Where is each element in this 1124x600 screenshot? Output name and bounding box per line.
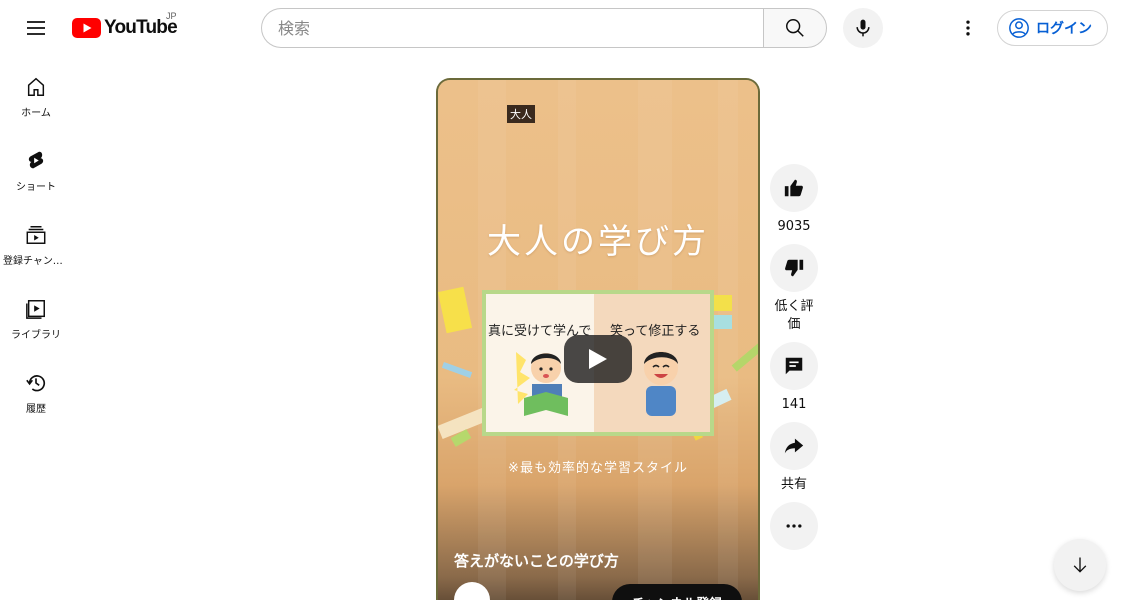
sidebar-item-home[interactable]: ホーム: [0, 56, 72, 130]
more-action: [768, 502, 820, 550]
sidebar-item-label: 登録チャンネル: [3, 256, 69, 267]
share-button[interactable]: [770, 422, 818, 470]
laughing-boy-illustration-icon: [644, 351, 678, 416]
shorts-icon: [28, 151, 44, 169]
shorts-video-player[interactable]: 大人 大人の学び方 真に受けて学んで 笑って修正する ※最も効率的な学習スタイル…: [438, 80, 758, 600]
thumb-up-icon: [784, 179, 803, 197]
sidebar-item-history[interactable]: 履歴: [0, 352, 72, 426]
next-video-button[interactable]: [1054, 539, 1106, 591]
comment-count: 141: [781, 397, 807, 412]
play-icon: [589, 349, 607, 369]
youtube-logo[interactable]: YouTube: [72, 16, 178, 40]
subscriptions-icon: [26, 226, 46, 244]
more-horiz-icon: [786, 524, 802, 528]
more-vert-icon: [966, 20, 970, 36]
comment-action: 141: [768, 342, 820, 414]
sidebar-item-subscriptions[interactable]: 登録チャンネル: [0, 204, 72, 278]
youtube-play-logo-icon: [72, 18, 101, 38]
search-icon: [786, 19, 804, 37]
dislike-action: 低く評価: [768, 244, 820, 334]
comment-button[interactable]: [770, 342, 818, 390]
search-button[interactable]: [763, 8, 827, 48]
dislike-label: 低く評価: [774, 299, 814, 332]
subscribe-button[interactable]: チャンネル登録: [612, 584, 742, 600]
like-button[interactable]: [770, 164, 818, 212]
library-icon: [26, 300, 45, 319]
menu-button[interactable]: [16, 8, 56, 48]
comment-icon: [785, 357, 803, 375]
play-button[interactable]: [564, 335, 632, 383]
like-count: 9035: [777, 219, 811, 234]
home-icon: [27, 77, 45, 96]
sidebar-item-label: 履歴: [26, 404, 46, 415]
history-icon: [26, 375, 46, 392]
share-action: 共有: [768, 422, 820, 494]
search-input[interactable]: [278, 18, 764, 38]
more-options-button[interactable]: [770, 502, 818, 550]
video-title[interactable]: 答えがないことの学び方: [454, 550, 619, 571]
thumbnail-badge: 大人: [507, 105, 535, 123]
top-header: YouTube JP ログイン: [0, 0, 1124, 56]
account-circle-icon: [1009, 18, 1029, 38]
share-icon: [784, 438, 804, 454]
sidebar-item-library[interactable]: ライブラリ: [0, 278, 72, 352]
thumbnail-title: 大人の学び方: [487, 222, 709, 262]
like-action: 9035: [768, 164, 820, 236]
sidebar-item-label: ショート: [16, 182, 56, 193]
share-label: 共有: [780, 477, 807, 492]
dislike-button[interactable]: [770, 244, 818, 292]
region-code: JP: [166, 11, 177, 21]
voice-search-button[interactable]: [843, 8, 883, 48]
microphone-icon: [856, 19, 870, 37]
arrow-down-icon: [1073, 557, 1087, 573]
sidebar: ホーム ショート 登録チャンネル ライブラリ 履歴: [0, 56, 72, 426]
hamburger-icon: [27, 21, 45, 35]
thumb-down-icon: [785, 259, 804, 277]
login-button[interactable]: ログイン: [997, 10, 1108, 46]
sidebar-item-shorts[interactable]: ショート: [0, 130, 72, 204]
search-box[interactable]: [261, 8, 764, 48]
settings-menu-button[interactable]: [948, 8, 988, 48]
thumbnail-subtitle: ※最も効率的な学習スタイル: [508, 461, 688, 476]
sidebar-item-label: ホーム: [21, 108, 51, 119]
action-bar: 9035 低く評価 141 共有: [768, 164, 820, 550]
sidebar-item-label: ライブラリ: [11, 330, 61, 341]
login-label: ログイン: [1036, 21, 1092, 37]
